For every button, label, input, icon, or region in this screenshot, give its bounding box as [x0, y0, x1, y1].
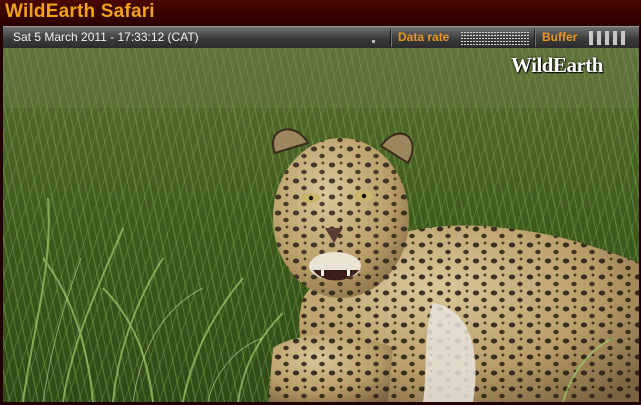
buffer-meter: [589, 31, 629, 45]
divider: [390, 29, 392, 47]
divider: [534, 29, 536, 47]
stream-datetime: Sat 5 March 2011 - 17:33:12 (CAT): [13, 30, 199, 44]
app-title: WildEarth Safari: [5, 1, 155, 22]
title-bar: WildEarth Safari: [0, 0, 641, 26]
wildearth-logo: WildEarth: [511, 53, 603, 77]
data-rate-meter: [461, 32, 530, 45]
status-dot-icon: [372, 40, 375, 43]
data-rate-label: Data rate: [398, 30, 450, 44]
player-window: WildEarth Safari Sat 5 March 2011 - 17:3…: [0, 0, 641, 405]
video-frame[interactable]: WildEarth: [3, 48, 639, 402]
buffer-label: Buffer: [542, 30, 578, 44]
status-bar: Sat 5 March 2011 - 17:33:12 (CAT) Data r…: [3, 26, 639, 49]
leopard-in-grass-image: [3, 48, 639, 402]
